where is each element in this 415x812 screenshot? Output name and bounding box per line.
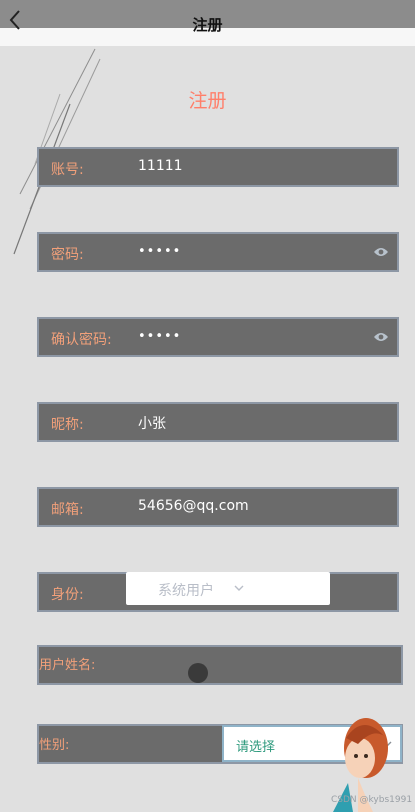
account-value: 11111 bbox=[138, 158, 183, 174]
account-label: 账号: bbox=[51, 162, 84, 178]
email-value: 54656@qq.com bbox=[138, 498, 249, 514]
gender-placeholder: 请选择 bbox=[236, 740, 276, 755]
confirm-password-field[interactable]: 确认密码: ••••• bbox=[37, 317, 399, 357]
email-field[interactable]: 邮箱: 54656@qq.com bbox=[37, 487, 399, 527]
password-value: ••••• bbox=[138, 244, 182, 259]
nickname-value: 小张 bbox=[138, 416, 166, 432]
nickname-field[interactable]: 昵称: 小张 bbox=[37, 402, 399, 442]
nav-title: 注册 bbox=[192, 16, 223, 34]
role-select[interactable]: 系统用户 bbox=[126, 572, 330, 605]
confirm-password-label: 确认密码: bbox=[51, 332, 112, 348]
watermark: CSDN @kybs1991 bbox=[331, 795, 413, 805]
nickname-label: 昵称: bbox=[51, 417, 84, 433]
page-title: 注册 bbox=[188, 90, 227, 112]
drag-handle-dot[interactable] bbox=[188, 663, 208, 683]
email-label: 邮箱: bbox=[51, 502, 84, 518]
eye-icon[interactable] bbox=[373, 246, 389, 258]
account-field[interactable]: 账号: 11111 bbox=[37, 147, 399, 187]
role-selected-value: 系统用户 bbox=[158, 583, 214, 599]
password-field[interactable]: 密码: ••••• bbox=[37, 232, 399, 272]
password-label: 密码: bbox=[51, 247, 84, 263]
chevron-down-icon bbox=[234, 585, 244, 591]
role-label: 身份: bbox=[51, 587, 84, 603]
gender-label: 性别: bbox=[39, 738, 70, 753]
username-label: 用户姓名: bbox=[39, 658, 96, 673]
eye-icon[interactable] bbox=[373, 331, 389, 343]
confirm-password-value: ••••• bbox=[138, 329, 182, 344]
